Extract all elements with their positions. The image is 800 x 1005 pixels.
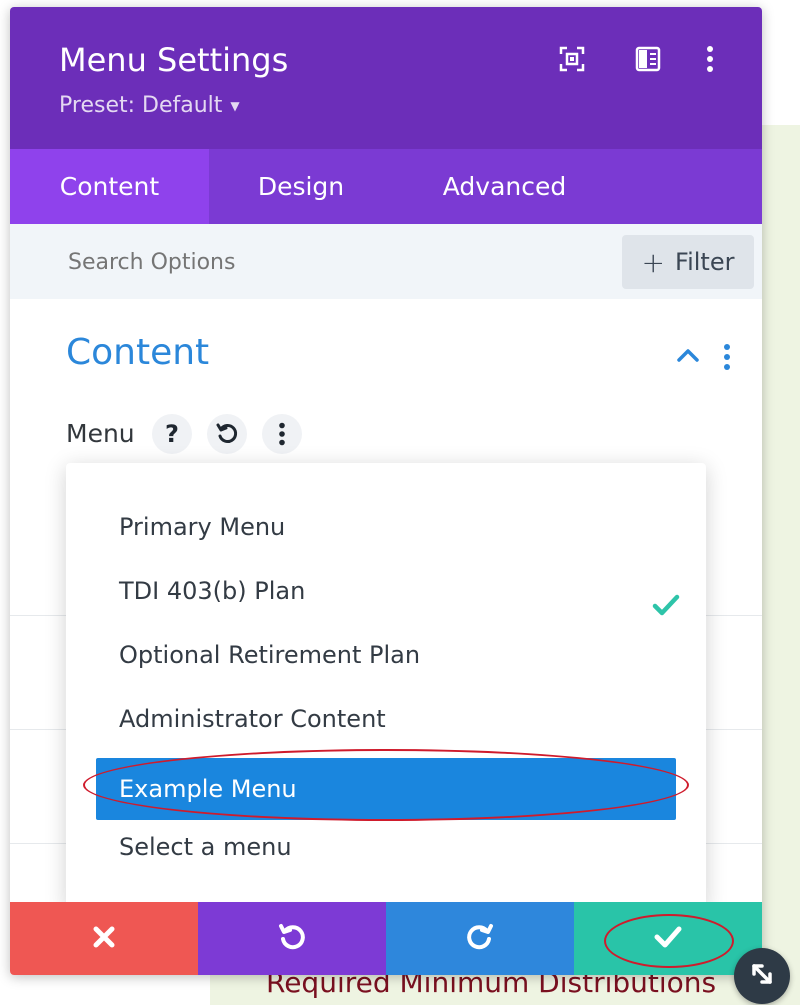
menu-option-label: Primary Menu — [119, 513, 286, 541]
search-bar: + Filter — [10, 224, 762, 299]
focus-mode-icon[interactable] — [556, 43, 588, 75]
menu-option-highlighted[interactable]: Example Menu — [96, 758, 676, 820]
section-more-icon[interactable] — [722, 343, 732, 375]
resize-arrows-icon — [747, 959, 777, 993]
more-vertical-icon[interactable] — [694, 43, 726, 75]
caret-down-icon: ▼ — [230, 99, 240, 113]
check-icon — [653, 925, 683, 953]
modal-header: Menu Settings Preset: Default ▼ — [10, 7, 762, 149]
help-icon[interactable]: ? — [152, 414, 192, 454]
menu-select-dropdown: Primary Menu TDI 403(b) Plan Optional Re… — [66, 463, 706, 909]
tab-content[interactable]: Content — [10, 149, 209, 224]
resize-handle[interactable] — [734, 948, 790, 1004]
sidebar-layout-icon[interactable] — [632, 43, 664, 75]
chevron-up-icon[interactable] — [676, 347, 700, 367]
redo-button[interactable] — [386, 902, 574, 975]
preset-label: Preset: Default — [59, 93, 223, 118]
menu-option[interactable]: Optional Retirement Plan — [96, 623, 676, 687]
search-options-input[interactable] — [66, 238, 610, 286]
menu-option[interactable]: Administrator Content — [96, 687, 676, 751]
section-title: Content — [66, 332, 210, 373]
menu-settings-modal: Menu Settings Preset: Default ▼ Content … — [10, 7, 762, 975]
close-icon — [92, 925, 116, 953]
menu-option-label: Administrator Content — [119, 705, 386, 733]
menu-option-label: Example Menu — [119, 775, 297, 803]
modal-title: Menu Settings — [59, 41, 289, 79]
menu-option-label: Select a menu — [119, 833, 292, 861]
menu-option[interactable]: Select a menu — [96, 815, 676, 879]
reset-icon[interactable] — [207, 414, 247, 454]
menu-option-label: Optional Retirement Plan — [119, 641, 421, 669]
undo-icon — [277, 922, 307, 956]
save-button[interactable] — [574, 902, 762, 975]
tab-design[interactable]: Design — [209, 149, 393, 224]
field-more-icon[interactable] — [262, 414, 302, 454]
discard-button[interactable] — [10, 902, 198, 975]
undo-button[interactable] — [198, 902, 386, 975]
menu-field-label: Menu — [66, 419, 135, 448]
menu-option[interactable]: Primary Menu — [96, 495, 676, 559]
redo-icon — [465, 922, 495, 956]
menu-option-label: TDI 403(b) Plan — [119, 577, 306, 605]
filter-button[interactable]: + Filter — [622, 235, 754, 289]
tab-advanced[interactable]: Advanced — [393, 149, 616, 224]
plus-icon: + — [641, 245, 666, 279]
modal-footer — [10, 902, 762, 975]
settings-tabs: Content Design Advanced — [10, 149, 762, 224]
filter-label: Filter — [675, 248, 735, 276]
menu-option-selected[interactable]: TDI 403(b) Plan — [96, 559, 680, 623]
preset-selector[interactable]: Preset: Default ▼ — [59, 93, 240, 118]
